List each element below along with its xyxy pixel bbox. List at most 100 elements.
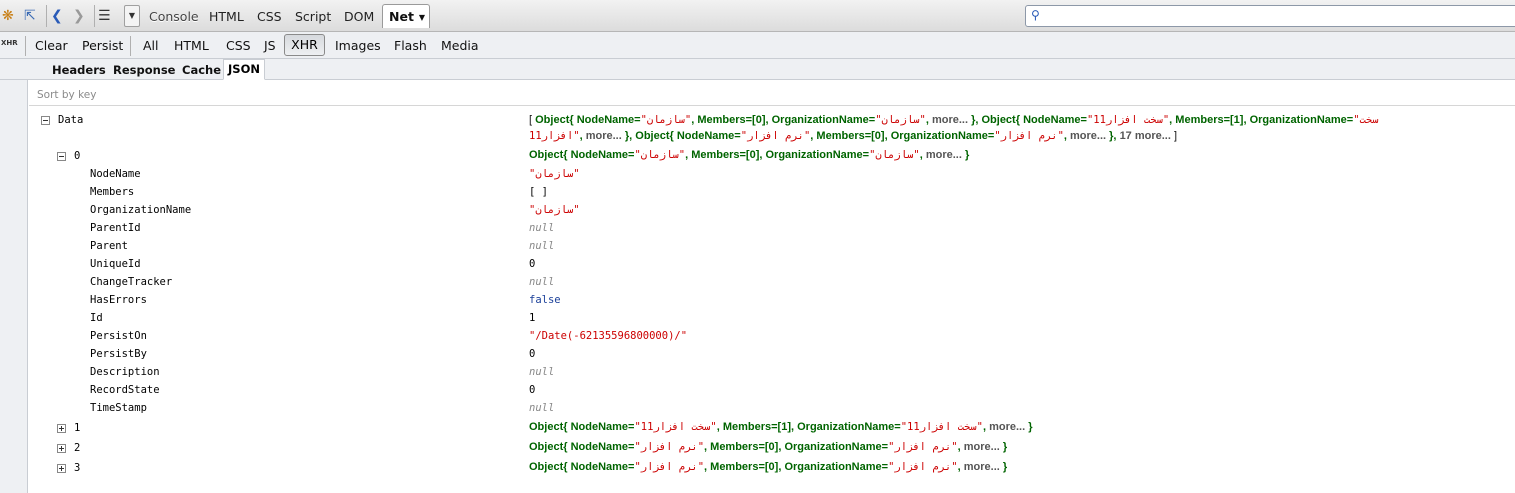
filter-images[interactable]: Images bbox=[335, 36, 381, 55]
field-key: HasErrors bbox=[90, 294, 147, 306]
forward-arrow-icon[interactable]: ❯ bbox=[73, 8, 85, 24]
data-summary-line1[interactable]: [ Object{ NodeName="سازمان", Members=[0]… bbox=[529, 114, 1379, 126]
field-key: ParentId bbox=[90, 222, 141, 234]
field-key: Parent bbox=[90, 240, 128, 252]
toolbar-divider bbox=[94, 5, 95, 27]
chevron-down-icon: ▼ bbox=[418, 13, 426, 22]
firebug-icon[interactable]: ❋ bbox=[2, 8, 14, 24]
filter-css[interactable]: CSS bbox=[226, 36, 251, 55]
filter-all[interactable]: All bbox=[143, 36, 159, 55]
subtab-cache[interactable]: Cache bbox=[182, 61, 221, 79]
field-value: null bbox=[529, 240, 555, 252]
data-summary-line2[interactable]: افزار11", more... }, Object{ NodeName="ن… bbox=[529, 130, 1177, 142]
tab-dom[interactable]: DOM bbox=[340, 6, 378, 27]
field-value: "/Date(-62135596800000)/" bbox=[529, 330, 688, 342]
sort-by-key-toggle[interactable]: Sort by key bbox=[37, 89, 96, 101]
tree-key: 1 bbox=[74, 422, 81, 434]
field-key: Members bbox=[90, 186, 135, 198]
tab-console[interactable]: Console bbox=[145, 6, 203, 27]
tree-key: Data bbox=[58, 114, 84, 126]
subtab-json[interactable]: JSON bbox=[223, 59, 265, 80]
tab-script[interactable]: Script bbox=[291, 6, 335, 27]
field-value: "سازمان" bbox=[529, 204, 580, 216]
net-toolbar: XHR Clear Persist All HTML CSS JS XHR Im… bbox=[0, 32, 1515, 59]
field-value: 0 bbox=[529, 258, 536, 270]
item-summary[interactable]: Object{ NodeName="سازمان", Members=[0], … bbox=[529, 149, 969, 161]
field-value: 0 bbox=[529, 384, 536, 396]
tree-row-field[interactable]: TimeStamp null bbox=[29, 400, 1515, 418]
inspect-icon[interactable]: ⇱ bbox=[24, 8, 36, 24]
persist-button[interactable]: Persist bbox=[82, 36, 123, 55]
tree-row-field[interactable]: RecordState 0 bbox=[29, 382, 1515, 400]
field-key: ChangeTracker bbox=[90, 276, 173, 288]
tree-row-field[interactable]: HasErrors false bbox=[29, 292, 1515, 310]
filter-xhr[interactable]: XHR bbox=[284, 34, 325, 56]
expand-toggle-icon[interactable] bbox=[57, 464, 66, 473]
field-value: "سازمان" bbox=[529, 168, 580, 180]
tree-row-field[interactable]: Members [ ] bbox=[29, 184, 1515, 202]
tree-row-item-2[interactable]: 2 Object{ NodeName="نرم افزار", Members=[… bbox=[29, 440, 1515, 458]
field-key: Description bbox=[90, 366, 160, 378]
item-summary[interactable]: Object{ NodeName="نرم افزار", Members=[0… bbox=[529, 461, 1007, 473]
tab-net[interactable]: Net ▼ bbox=[382, 4, 430, 28]
subtab-headers[interactable]: Headers bbox=[52, 61, 106, 79]
tree-row-field[interactable]: ParentId null bbox=[29, 220, 1515, 238]
filter-media[interactable]: Media bbox=[441, 36, 479, 55]
back-arrow-icon[interactable]: ❮ bbox=[51, 8, 63, 24]
tree-row-item-1[interactable]: 1 Object{ NodeName="سخت افزار11", Members… bbox=[29, 420, 1515, 438]
field-value: 1 bbox=[529, 312, 536, 324]
tree-key: 3 bbox=[74, 462, 81, 474]
tab-html[interactable]: HTML bbox=[205, 6, 248, 27]
field-value: null bbox=[529, 402, 555, 414]
filter-flash[interactable]: Flash bbox=[394, 36, 427, 55]
field-value: 0 bbox=[529, 348, 536, 360]
tree-row-field[interactable]: NodeName "سازمان" bbox=[29, 166, 1515, 184]
field-value: null bbox=[529, 222, 555, 234]
clear-button[interactable]: Clear bbox=[35, 36, 68, 55]
tree-row-field[interactable]: PersistBy 0 bbox=[29, 346, 1515, 364]
item-summary[interactable]: Object{ NodeName="نرم افزار", Members=[0… bbox=[529, 441, 1007, 453]
tree-row-field[interactable]: UniqueId 0 bbox=[29, 256, 1515, 274]
tab-net-label: Net bbox=[389, 9, 414, 24]
field-value: null bbox=[529, 366, 555, 378]
toolbar-divider bbox=[46, 5, 47, 27]
tree-row-item-3[interactable]: 3 Object{ NodeName="نرم افزار", Members=[… bbox=[29, 460, 1515, 478]
tree-key: 2 bbox=[74, 442, 81, 454]
field-key: NodeName bbox=[90, 168, 141, 180]
field-key: UniqueId bbox=[90, 258, 141, 270]
chevron-down-icon[interactable]: ▼ bbox=[124, 5, 140, 27]
tree-row-field[interactable]: Parent null bbox=[29, 238, 1515, 256]
expand-toggle-icon[interactable] bbox=[57, 444, 66, 453]
search-icon: ⚲ bbox=[1031, 8, 1040, 22]
tree-row-field[interactable]: OrganizationName "سازمان" bbox=[29, 202, 1515, 220]
tree-row-field[interactable]: PersistOn "/Date(-62135596800000)/" bbox=[29, 328, 1515, 346]
item-summary[interactable]: Object{ NodeName="سخت افزار11", Members=… bbox=[529, 421, 1032, 433]
left-gutter bbox=[0, 80, 28, 493]
field-key: PersistBy bbox=[90, 348, 147, 360]
collapse-toggle-icon[interactable] bbox=[57, 152, 66, 161]
tree-row-field[interactable]: ChangeTracker null bbox=[29, 274, 1515, 292]
field-value: [ ] bbox=[529, 186, 548, 198]
tree-row-data-cont: افزار11", more... }, Object{ NodeName="ن… bbox=[29, 128, 1515, 146]
field-key: TimeStamp bbox=[90, 402, 147, 414]
tree-row-item-0[interactable]: 0 Object{ NodeName="سازمان", Members=[0]… bbox=[29, 148, 1515, 166]
expand-toggle-icon[interactable] bbox=[57, 424, 66, 433]
xhr-icon: XHR bbox=[1, 39, 18, 47]
field-value: false bbox=[529, 294, 561, 306]
tree-row-field[interactable]: Description null bbox=[29, 364, 1515, 382]
sort-bar: Sort by key bbox=[29, 87, 1515, 106]
request-subtabs: Headers Response Cache JSON bbox=[0, 59, 1515, 80]
filter-html[interactable]: HTML bbox=[174, 36, 209, 55]
collapse-toggle-icon[interactable] bbox=[41, 116, 50, 125]
tab-css[interactable]: CSS bbox=[253, 6, 286, 27]
subtab-response[interactable]: Response bbox=[113, 61, 175, 79]
tree-row-field[interactable]: Id 1 bbox=[29, 310, 1515, 328]
filter-js[interactable]: JS bbox=[264, 36, 276, 55]
field-key: RecordState bbox=[90, 384, 160, 396]
field-key: PersistOn bbox=[90, 330, 147, 342]
toolbar-divider bbox=[130, 36, 131, 56]
field-key: OrganizationName bbox=[90, 204, 192, 216]
menu-icon[interactable]: ☰ bbox=[98, 8, 111, 24]
field-key: Id bbox=[90, 312, 103, 324]
search-input[interactable]: ⚲ bbox=[1025, 5, 1515, 27]
